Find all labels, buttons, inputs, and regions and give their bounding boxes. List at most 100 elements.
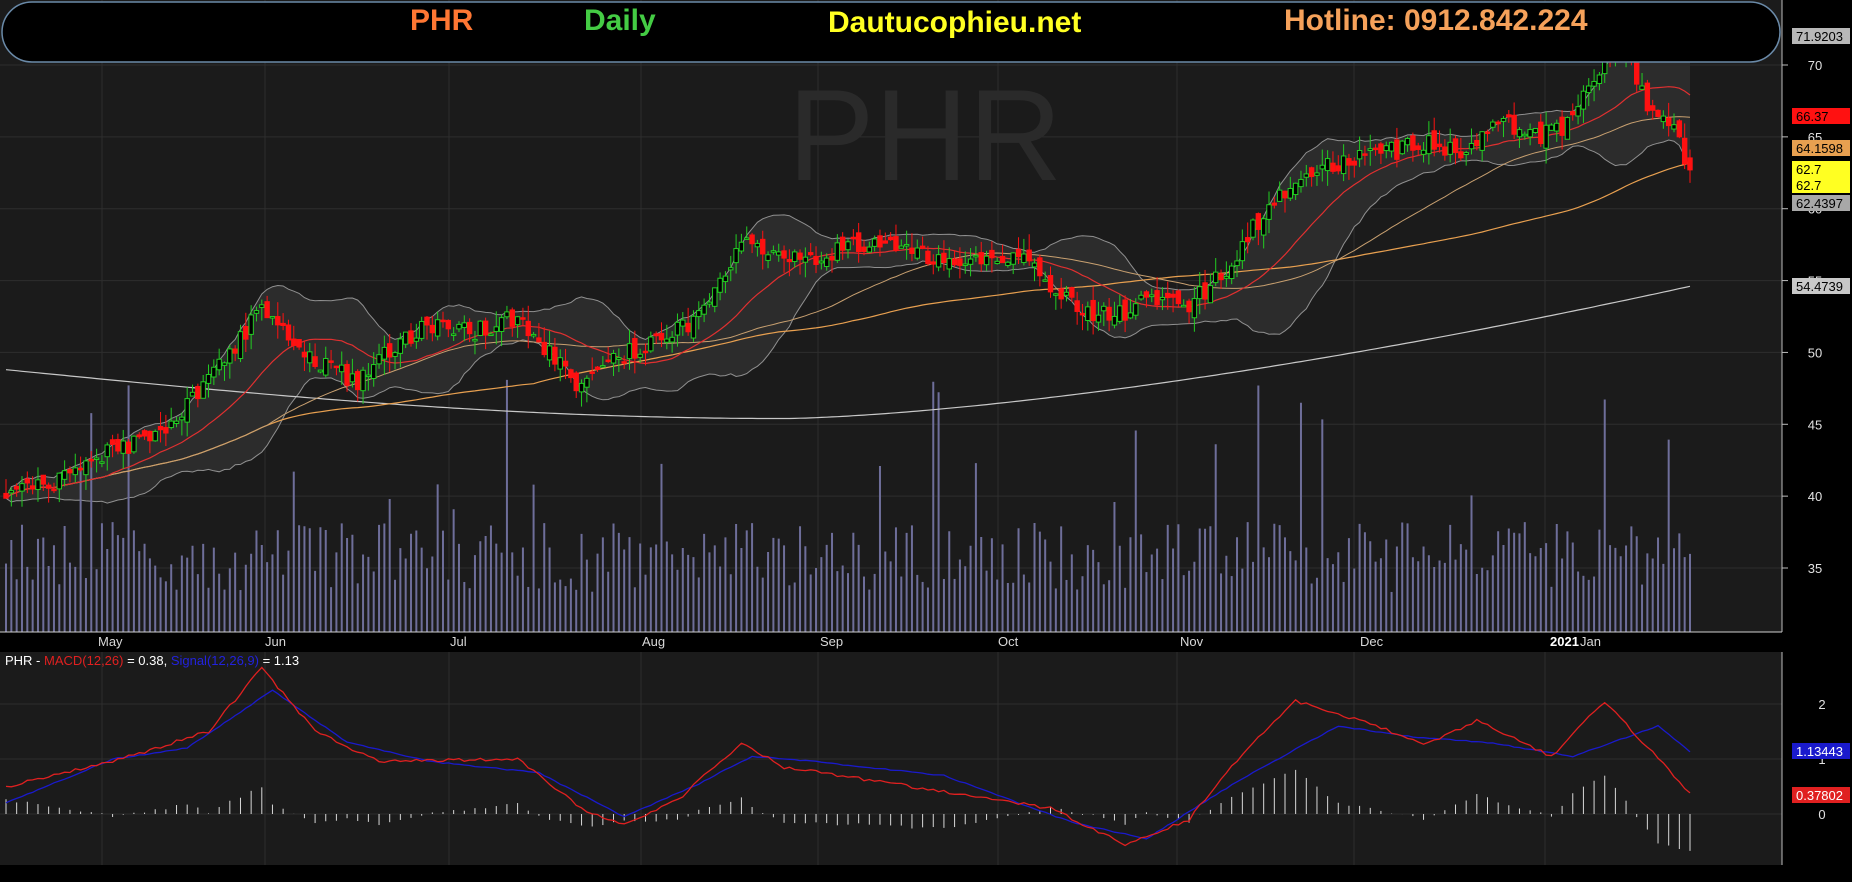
- candle-body: [408, 330, 414, 344]
- candle-body: [1234, 260, 1240, 267]
- candle-body: [1298, 178, 1304, 188]
- candle-body: [1085, 306, 1091, 321]
- candle-body: [1436, 143, 1443, 148]
- candle-body: [557, 357, 563, 370]
- price-tick-label: 50: [1808, 345, 1822, 360]
- candle-body: [280, 322, 286, 327]
- price-axis-tag-label: 71.9203: [1796, 29, 1843, 44]
- candle-body: [855, 232, 862, 253]
- candle-body: [189, 391, 196, 397]
- candle-body: [1468, 142, 1475, 150]
- candle-body: [925, 250, 931, 265]
- candle-body: [141, 430, 148, 437]
- candle-body: [626, 343, 633, 360]
- candle-body: [1522, 133, 1528, 137]
- candle-body: [1367, 148, 1373, 151]
- candle-body: [1276, 189, 1283, 202]
- candle-body: [1495, 121, 1501, 125]
- candle-body: [221, 362, 228, 366]
- candle-body: [136, 434, 142, 438]
- candle-body: [520, 317, 526, 320]
- candle-body: [807, 252, 814, 256]
- candle-body: [1127, 312, 1134, 319]
- candle-body: [381, 346, 388, 360]
- candle-body: [1644, 82, 1651, 112]
- candle-body: [786, 259, 793, 263]
- candle-body: [728, 267, 734, 271]
- candle-body: [1037, 257, 1043, 277]
- candle-body: [989, 249, 995, 259]
- candle-body: [1586, 85, 1592, 94]
- candle-body: [1165, 292, 1171, 299]
- candle-body: [1580, 90, 1587, 110]
- candle-body: [1543, 124, 1549, 149]
- candle-body: [1527, 129, 1533, 138]
- candle-body: [386, 343, 393, 358]
- time-axis-label: May: [98, 634, 123, 649]
- macd-legend-signal: Signal(12,26,9): [171, 653, 259, 668]
- candle-body: [1287, 188, 1294, 199]
- candle-body: [237, 331, 244, 359]
- candle-body: [296, 339, 302, 348]
- candle-body: [1255, 213, 1262, 230]
- candle-body: [664, 338, 670, 343]
- time-axis-label: Dec: [1360, 634, 1384, 649]
- candle-body: [1324, 158, 1331, 172]
- candle-body: [1426, 135, 1432, 155]
- candle-body: [1596, 74, 1603, 84]
- candle-body: [1447, 141, 1453, 155]
- symbol-label: PHR: [410, 4, 474, 37]
- candle-body: [104, 444, 110, 458]
- candle-body: [834, 242, 841, 261]
- candle-body: [882, 240, 889, 244]
- candle-body: [99, 461, 105, 464]
- chart-stage: PHR May Jun Jul Aug Sep Oct Nov Dec 2021 Jan 70 65…: [0, 0, 1852, 882]
- candle-body: [355, 371, 361, 391]
- candle-body: [232, 348, 238, 354]
- macd-legend-prefix: PHR -: [5, 653, 44, 668]
- candle-body: [1479, 131, 1485, 151]
- candle-body: [1362, 153, 1368, 156]
- candle-body: [685, 322, 691, 333]
- price-axis-tag-label: 62.7: [1796, 178, 1821, 193]
- price-axis-tag-label: 54.4739: [1796, 279, 1843, 294]
- candle-body: [589, 371, 595, 374]
- candle-body: [674, 321, 681, 336]
- candle-body: [1431, 130, 1437, 150]
- candle-body: [696, 310, 702, 318]
- candle-body: [1175, 290, 1182, 305]
- candle-body: [349, 373, 356, 383]
- candle-body: [536, 337, 542, 343]
- price-tick-label: 45: [1808, 417, 1822, 432]
- time-axis-label: Sep: [820, 634, 843, 649]
- candle-body: [839, 236, 846, 251]
- candle-body: [722, 275, 729, 283]
- candle-body: [184, 398, 190, 423]
- candle-body: [951, 258, 958, 266]
- time-axis-label: Jan: [1580, 634, 1601, 649]
- candle-body: [323, 358, 329, 376]
- time-axis-label: Oct: [998, 634, 1019, 649]
- candle-body: [1681, 137, 1688, 165]
- candle-body: [1458, 151, 1464, 159]
- candle-body: [1372, 147, 1379, 151]
- candle-body: [957, 258, 963, 266]
- candle-body: [1005, 261, 1011, 266]
- candle-body: [1031, 262, 1038, 268]
- candle-body: [983, 255, 990, 266]
- candle-body: [1554, 122, 1560, 132]
- candle-body: [147, 430, 153, 442]
- candle-body: [1564, 117, 1571, 140]
- candle-body: [1159, 296, 1166, 301]
- candle-body: [776, 251, 782, 256]
- candle-body: [978, 252, 984, 265]
- candle-body: [946, 258, 952, 270]
- candle-body: [402, 331, 409, 345]
- candle-body: [264, 301, 270, 319]
- candle-body: [1474, 139, 1480, 147]
- candle-body: [930, 261, 936, 265]
- candle-body: [514, 316, 521, 326]
- candle-body: [285, 324, 292, 341]
- candle-body: [616, 357, 622, 360]
- candle-body: [973, 254, 979, 258]
